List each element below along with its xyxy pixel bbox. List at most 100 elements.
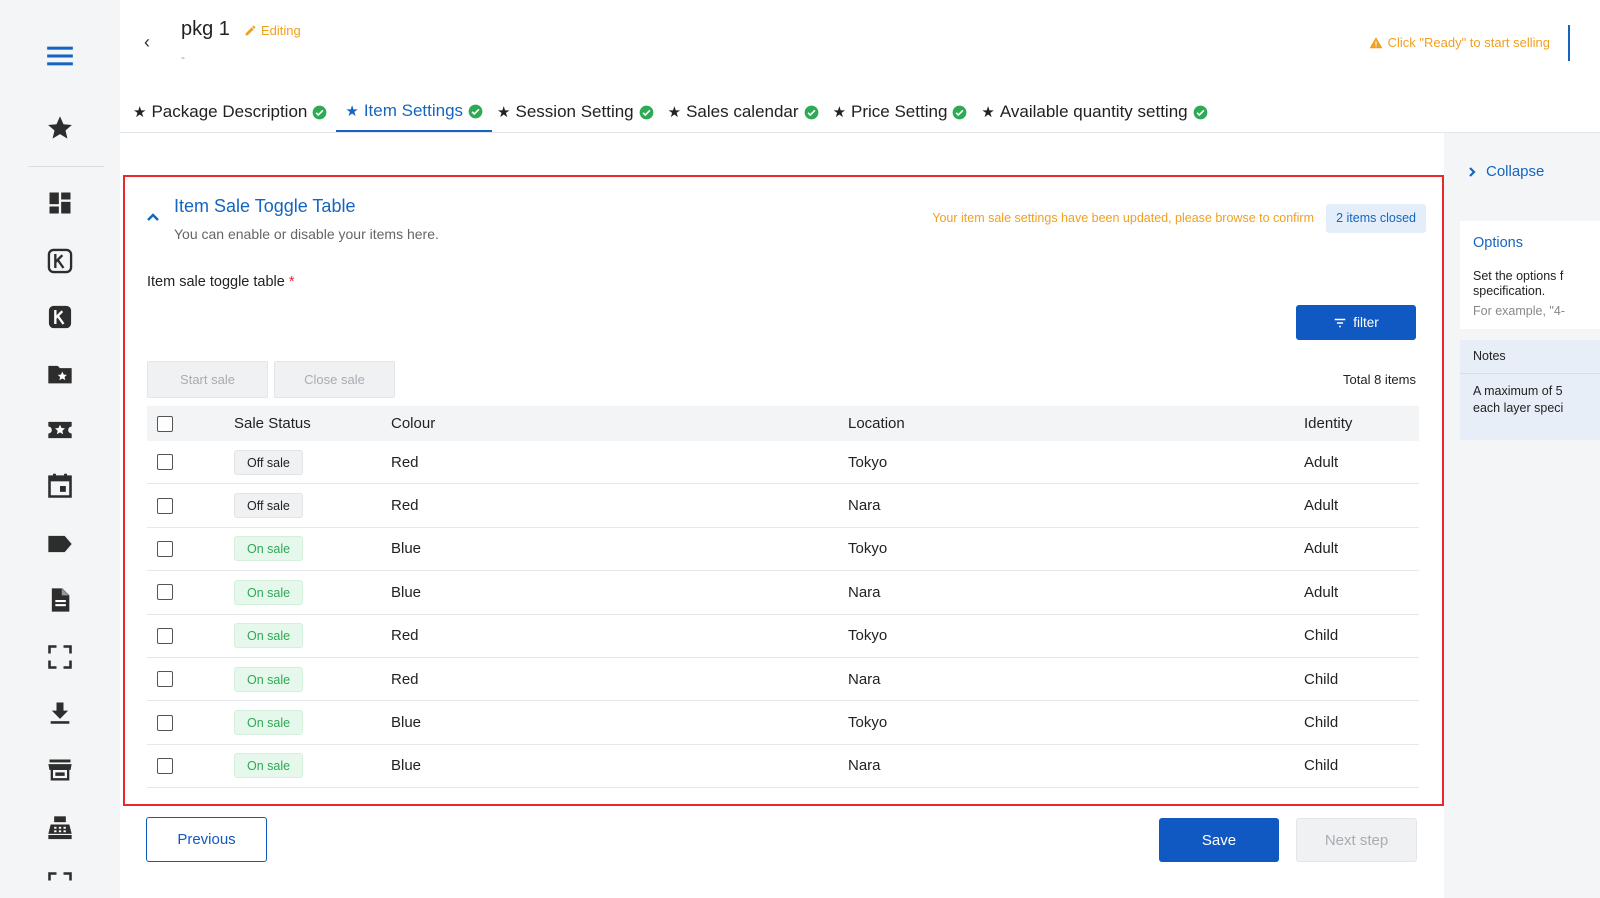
sale-status-badge: Off sale — [234, 493, 303, 519]
star-icon: ★ — [667, 104, 682, 121]
check-circle-icon — [312, 105, 327, 120]
notes-help-card: Notes A maximum of 5 each layer speci — [1460, 340, 1600, 440]
table-row: On sale Red Tokyo Child — [147, 615, 1419, 658]
check-circle-icon — [468, 104, 483, 119]
notes-line: each layer speci — [1473, 401, 1564, 415]
required-mark: * — [288, 274, 295, 290]
check-circle-icon — [1193, 105, 1208, 120]
document-icon[interactable] — [42, 582, 78, 618]
next-step-button[interactable]: Next step — [1296, 818, 1417, 862]
tag-icon[interactable] — [42, 526, 78, 562]
filter-button[interactable]: filter — [1296, 305, 1416, 340]
page-title: pkg 1 — [181, 18, 230, 40]
chevron-right-icon — [1469, 166, 1476, 177]
tab-available-quantity-setting[interactable]: ★ Available quantity setting — [976, 92, 1216, 132]
row-checkbox[interactable] — [157, 627, 173, 644]
help-panel: Collapse Options Set the options f speci… — [1444, 133, 1600, 898]
tab-label: Price Setting — [851, 102, 948, 121]
row-checkbox[interactable] — [157, 671, 173, 688]
back-button[interactable]: ‹ — [144, 32, 164, 52]
items-closed-badge[interactable]: 2 items closed — [1326, 204, 1426, 233]
save-button[interactable]: Save — [1159, 818, 1279, 862]
table-row: On sale Blue Nara Child — [147, 745, 1419, 789]
cash-register-icon[interactable] — [42, 810, 78, 846]
tab-price-setting[interactable]: ★ Price Setting — [828, 92, 977, 132]
options-title: Options — [1473, 235, 1523, 251]
cell-location: Nara — [848, 583, 881, 601]
star-icon[interactable] — [42, 110, 78, 146]
cell-identity: Adult — [1304, 540, 1339, 558]
cell-identity: Child — [1304, 627, 1339, 645]
header-colour: Colour — [391, 415, 436, 432]
sale-status-badge: Off sale — [234, 449, 303, 475]
tab-label: Session Setting — [515, 102, 634, 121]
options-help-card: Options Set the options f specification.… — [1460, 221, 1600, 329]
package-subtitle: - — [181, 50, 185, 64]
ticket-star-icon[interactable] — [42, 412, 78, 448]
row-checkbox[interactable] — [157, 584, 173, 601]
collapse-button[interactable]: Collapse — [1466, 163, 1544, 180]
folder-star-icon[interactable] — [42, 356, 78, 392]
fullscreen-icon[interactable] — [42, 639, 78, 675]
cell-colour: Red — [391, 497, 419, 515]
update-note: Your item sale settings have been update… — [932, 211, 1314, 225]
notes-text: A maximum of 5 each layer speci — [1473, 383, 1563, 417]
warning-icon — [1369, 36, 1383, 48]
cell-location: Tokyo — [848, 540, 888, 558]
table-row: Off sale Red Tokyo Adult — [147, 441, 1419, 485]
sidebar-divider — [28, 166, 104, 167]
cell-location: Tokyo — [848, 627, 888, 645]
tab-sales-calendar[interactable]: ★ Sales calendar — [663, 92, 828, 132]
table-header: Sale Status Colour Location Identity — [147, 406, 1419, 441]
download-icon[interactable] — [42, 695, 78, 731]
row-checkbox[interactable] — [157, 714, 173, 731]
select-all-checkbox[interactable] — [157, 415, 173, 432]
star-icon: ★ — [832, 104, 847, 121]
k-filled-icon[interactable] — [42, 299, 78, 335]
row-checkbox[interactable] — [157, 497, 173, 514]
cell-location: Nara — [848, 670, 881, 688]
k-outline-icon[interactable] — [42, 243, 78, 279]
sale-status-badge: On sale — [234, 579, 304, 605]
cell-identity: Adult — [1304, 497, 1339, 515]
header-identity: Identity — [1304, 415, 1353, 432]
item-table: Sale Status Colour Location Identity Off… — [147, 406, 1419, 789]
dashboard-icon[interactable] — [42, 185, 78, 221]
cell-colour: Red — [391, 627, 419, 645]
store-icon[interactable] — [42, 752, 78, 788]
start-sale-button[interactable]: Start sale — [147, 361, 268, 398]
check-circle-icon — [639, 105, 654, 120]
header-sale-status: Sale Status — [234, 415, 311, 432]
ready-warning-text: Click "Ready" to start selling — [1387, 35, 1550, 50]
cell-location: Tokyo — [848, 714, 888, 732]
chevron-up-icon[interactable] — [145, 209, 161, 225]
star-icon: ★ — [981, 104, 995, 121]
row-checkbox[interactable] — [157, 454, 173, 471]
calendar-icon[interactable] — [42, 468, 78, 504]
header: ‹ pkg 1 Editing - Click "Ready" to start… — [120, 0, 1600, 133]
tab-package-description[interactable]: ★ Package Description — [128, 92, 336, 132]
row-checkbox[interactable] — [157, 757, 173, 774]
star-icon: ★ — [497, 104, 511, 121]
tab-session-setting[interactable]: ★ Session Setting — [492, 92, 663, 132]
previous-button[interactable]: Previous — [146, 817, 267, 862]
expand-icon[interactable] — [42, 866, 78, 898]
notes-title: Notes — [1473, 349, 1506, 363]
filter-label: filter — [1353, 315, 1379, 330]
tab-item-settings[interactable]: ★ Item Settings — [336, 92, 493, 132]
cell-identity: Child — [1304, 757, 1339, 775]
star-icon: ★ — [345, 103, 359, 120]
check-circle-icon — [952, 105, 967, 120]
step-tabs: ★ Package Description ★ Item Settings ★ … — [128, 92, 1217, 132]
header-edge-accent — [1568, 25, 1570, 61]
tab-label: Available quantity setting — [999, 102, 1188, 121]
filter-icon — [1334, 318, 1346, 327]
close-sale-button[interactable]: Close sale — [274, 361, 395, 398]
cell-colour: Blue — [391, 583, 422, 601]
row-checkbox[interactable] — [157, 540, 173, 557]
options-text: Set the options f specification. — [1473, 269, 1563, 299]
sale-status-badge: On sale — [234, 623, 304, 649]
item-sale-toggle-card: Item Sale Toggle Table You can enable or… — [123, 175, 1444, 806]
options-example: For example, "4- — [1473, 304, 1565, 318]
menu-icon[interactable] — [42, 38, 78, 74]
